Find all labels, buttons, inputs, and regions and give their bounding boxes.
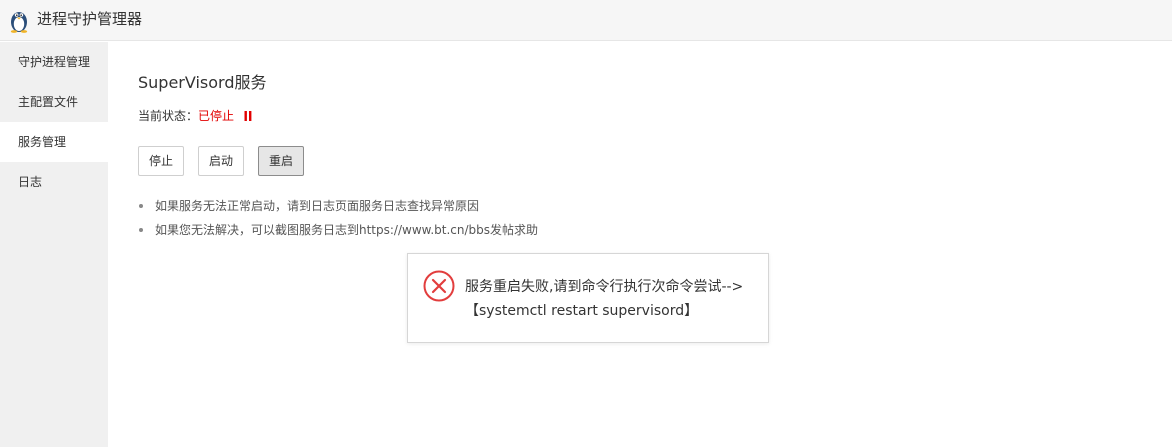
status-label: 当前状态： (138, 109, 199, 123)
sidebar-item-main-config[interactable]: 主配置文件 (0, 82, 108, 122)
error-message-dialog: 服务重启失败,请到命令行执行次命令尝试-->【systemctl restart… (407, 253, 769, 343)
start-button[interactable]: 启动 (198, 146, 244, 176)
sidebar-item-daemon-management[interactable]: 守护进程管理 (0, 42, 108, 82)
app-title: 进程守护管理器 (37, 10, 143, 28)
error-message-text: 服务重启失败,请到命令行执行次命令尝试-->【systemctl restart… (465, 279, 744, 319)
service-title: SuperVisord服务 (138, 73, 267, 92)
sidebar-item-logs[interactable]: 日志 (0, 162, 108, 202)
title-bar: 进程守护管理器 (0, 0, 1172, 41)
sidebar-item-service-management[interactable]: 服务管理 (0, 122, 108, 162)
pause-icon (244, 111, 252, 121)
status-row: 当前状态：已停止 (138, 108, 252, 124)
main-panel: SuperVisord服务 当前状态：已停止 停止 启动 重启 如果服务无法正常… (108, 42, 1172, 447)
error-circle-icon (423, 270, 455, 302)
tips-list: 如果服务无法正常启动，请到日志页面服务日志查找异常原因 如果您无法解决，可以截图… (138, 194, 538, 242)
status-value: 已停止 (198, 109, 235, 123)
sidebar: 守护进程管理 主配置文件 服务管理 日志 (0, 42, 108, 447)
linux-penguin-icon (10, 12, 28, 33)
tip-item: 如果您无法解决，可以截图服务日志到https://www.bt.cn/bbs发帖… (138, 218, 538, 242)
stop-button[interactable]: 停止 (138, 146, 184, 176)
restart-button[interactable]: 重启 (258, 146, 304, 176)
tip-item: 如果服务无法正常启动，请到日志页面服务日志查找异常原因 (138, 194, 538, 218)
